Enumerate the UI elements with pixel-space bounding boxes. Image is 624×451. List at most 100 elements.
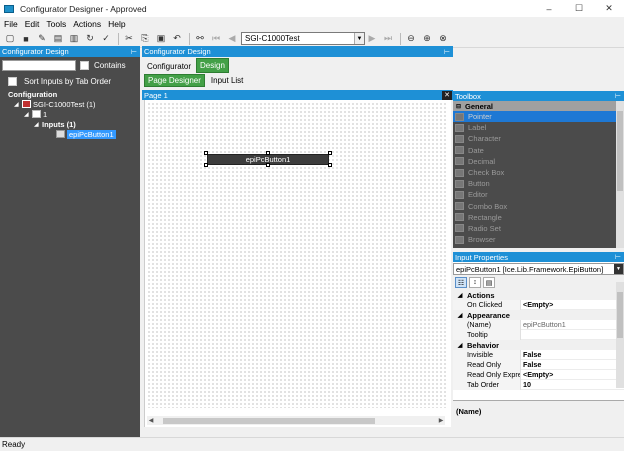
toolbox-item-rectangle[interactable]: Rectangle xyxy=(453,212,624,223)
chevron-down-icon[interactable]: ▼ xyxy=(614,264,623,274)
cut-icon[interactable]: ✂ xyxy=(122,32,136,46)
copy-icon[interactable]: ⎘ xyxy=(138,32,152,46)
tab-page-designer[interactable]: Page Designer xyxy=(144,74,205,87)
tree-node-config[interactable]: ◢ SGI-C1000Test (1) xyxy=(0,99,140,109)
property-row[interactable]: Read Only Expression<Empty> xyxy=(453,369,624,380)
toolbox-item-browser[interactable]: Browser xyxy=(453,234,624,245)
toolbox-item-label-tool[interactable]: Label xyxy=(453,122,624,133)
collapse-icon[interactable]: ◢ xyxy=(453,342,467,349)
contains-checkbox[interactable] xyxy=(80,60,89,70)
minimize-button[interactable]: – xyxy=(534,0,564,17)
tab-design[interactable]: Design xyxy=(196,58,229,73)
back-icon[interactable]: ⊖ xyxy=(404,32,418,46)
category-actions[interactable]: ◢ Actions xyxy=(453,290,624,300)
property-row[interactable]: Tooltip xyxy=(453,329,624,340)
pin-icon[interactable]: ⊢ xyxy=(444,48,450,56)
close-icon[interactable]: ✕ xyxy=(442,90,452,100)
scroll-thumb[interactable] xyxy=(617,292,623,338)
clear-icon[interactable]: ▤ xyxy=(51,32,65,46)
property-value[interactable]: epiPcButton1 xyxy=(521,320,566,329)
tools-icon[interactable]: ✓ xyxy=(99,32,113,46)
tree-node-input[interactable]: epiPcButton1 xyxy=(0,129,140,139)
design-canvas[interactable]: epiPcButton1 xyxy=(147,102,447,408)
resize-handle[interactable] xyxy=(204,163,208,167)
toolbox-group[interactable]: ⊟ General xyxy=(453,101,624,111)
resize-handle[interactable] xyxy=(266,163,270,167)
category-appearance[interactable]: ◢ Appearance xyxy=(453,310,624,320)
first-record-icon[interactable]: ⏮ xyxy=(209,32,223,46)
expand-icon[interactable]: ◢ xyxy=(14,101,22,108)
tab-input-list[interactable]: Input List xyxy=(208,75,246,86)
toolbox-item-character[interactable]: Character xyxy=(453,133,624,144)
refresh-icon[interactable]: ↻ xyxy=(83,32,97,46)
property-value[interactable]: False xyxy=(521,360,541,369)
property-row[interactable]: Tab Order 10 xyxy=(453,379,624,390)
search-input[interactable] xyxy=(2,59,76,71)
paste-icon[interactable]: ▣ xyxy=(154,32,168,46)
configurator-select[interactable]: SGI-C1000Test ▼ xyxy=(241,32,365,45)
property-row[interactable]: (Name) epiPcButton1 xyxy=(453,319,624,330)
toolbox-item-button[interactable]: Button xyxy=(453,178,624,189)
toolbox-item-editor[interactable]: Editor xyxy=(453,189,624,200)
menu-actions[interactable]: Actions xyxy=(73,19,101,29)
expand-icon[interactable]: ◢ xyxy=(34,121,42,128)
collapse-icon[interactable]: ⊟ xyxy=(456,103,461,110)
previous-record-icon[interactable]: ◀ xyxy=(225,32,239,46)
collapse-icon[interactable]: ◢ xyxy=(453,312,467,319)
next-record-icon[interactable]: ▶ xyxy=(365,32,379,46)
toolbox-item-decimal[interactable]: Decimal xyxy=(453,156,624,167)
undo-icon[interactable]: ↶ xyxy=(170,32,184,46)
category-behavior[interactable]: ◢ Behavior xyxy=(453,340,624,350)
resize-handle[interactable] xyxy=(328,151,332,155)
expand-icon[interactable]: ◢ xyxy=(24,111,32,118)
menu-tools[interactable]: Tools xyxy=(46,19,66,29)
toolbox-item-pointer[interactable]: Pointer xyxy=(453,111,624,123)
scroll-thumb[interactable] xyxy=(163,417,375,424)
toolbox-item-radioset[interactable]: Radio Set xyxy=(453,223,624,234)
property-pages-icon[interactable]: ▤ xyxy=(483,277,495,288)
property-row[interactable]: Invisible False xyxy=(453,349,624,360)
alphabetical-icon[interactable]: ↕ xyxy=(469,277,481,288)
tab-configurator[interactable]: Configurator xyxy=(144,60,194,73)
resize-handle[interactable] xyxy=(266,151,270,155)
horizontal-scrollbar[interactable]: ◀ ▶ xyxy=(147,416,445,425)
menu-edit[interactable]: Edit xyxy=(25,19,40,29)
tree-node-inputs[interactable]: ◢ Inputs (1) xyxy=(0,119,140,129)
property-value[interactable]: <Empty> xyxy=(521,300,553,309)
forward-icon[interactable]: ⊕ xyxy=(420,32,434,46)
resize-handle[interactable] xyxy=(204,151,208,155)
new-icon[interactable]: ▢ xyxy=(3,32,17,46)
menu-file[interactable]: File xyxy=(4,19,18,29)
pin-icon[interactable]: ⊢ xyxy=(615,253,621,261)
scroll-thumb[interactable] xyxy=(617,111,623,191)
property-row[interactable]: On Clicked <Empty> xyxy=(453,299,624,310)
tree-node-page[interactable]: ◢ 1 xyxy=(0,109,140,119)
toolbox-item-date[interactable]: Date xyxy=(453,145,624,156)
sort-checkbox[interactable] xyxy=(8,76,17,86)
collapse-icon[interactable]: ◢ xyxy=(453,292,467,299)
scroll-left-icon[interactable]: ◀ xyxy=(147,417,155,424)
object-select[interactable]: epiPcButton1 [Ice.Lib.Framework.EpiButto… xyxy=(453,263,624,275)
properties-scrollbar[interactable] xyxy=(616,282,624,388)
scroll-right-icon[interactable]: ▶ xyxy=(437,417,445,424)
toolbox-item-checkbox[interactable]: Check Box xyxy=(453,167,624,178)
categorized-icon[interactable]: ☷ xyxy=(455,277,467,288)
property-value[interactable]: <Empty> xyxy=(521,370,553,379)
chevron-down-icon[interactable]: ▼ xyxy=(354,33,364,44)
save-icon[interactable]: ■ xyxy=(19,32,33,46)
close-button[interactable]: ✕ xyxy=(594,0,624,17)
property-row[interactable]: Read Only False xyxy=(453,359,624,370)
save-close-icon[interactable]: ✎ xyxy=(35,32,49,46)
property-value[interactable]: False xyxy=(521,350,541,359)
tree-node-configuration[interactable]: Configuration xyxy=(0,89,140,99)
pin-icon[interactable]: ⊢ xyxy=(615,92,621,100)
stop-icon[interactable]: ⊗ xyxy=(436,32,450,46)
resize-handle[interactable] xyxy=(328,163,332,167)
property-value[interactable]: 10 xyxy=(521,380,531,389)
print-icon[interactable]: ▥ xyxy=(67,32,81,46)
maximize-button[interactable]: ☐ xyxy=(564,0,594,17)
menu-help[interactable]: Help xyxy=(108,19,125,29)
toolbox-scrollbar[interactable] xyxy=(616,101,624,248)
binoculars-icon[interactable]: ⚯ xyxy=(193,32,207,46)
pin-icon[interactable]: ⊢ xyxy=(131,48,137,56)
